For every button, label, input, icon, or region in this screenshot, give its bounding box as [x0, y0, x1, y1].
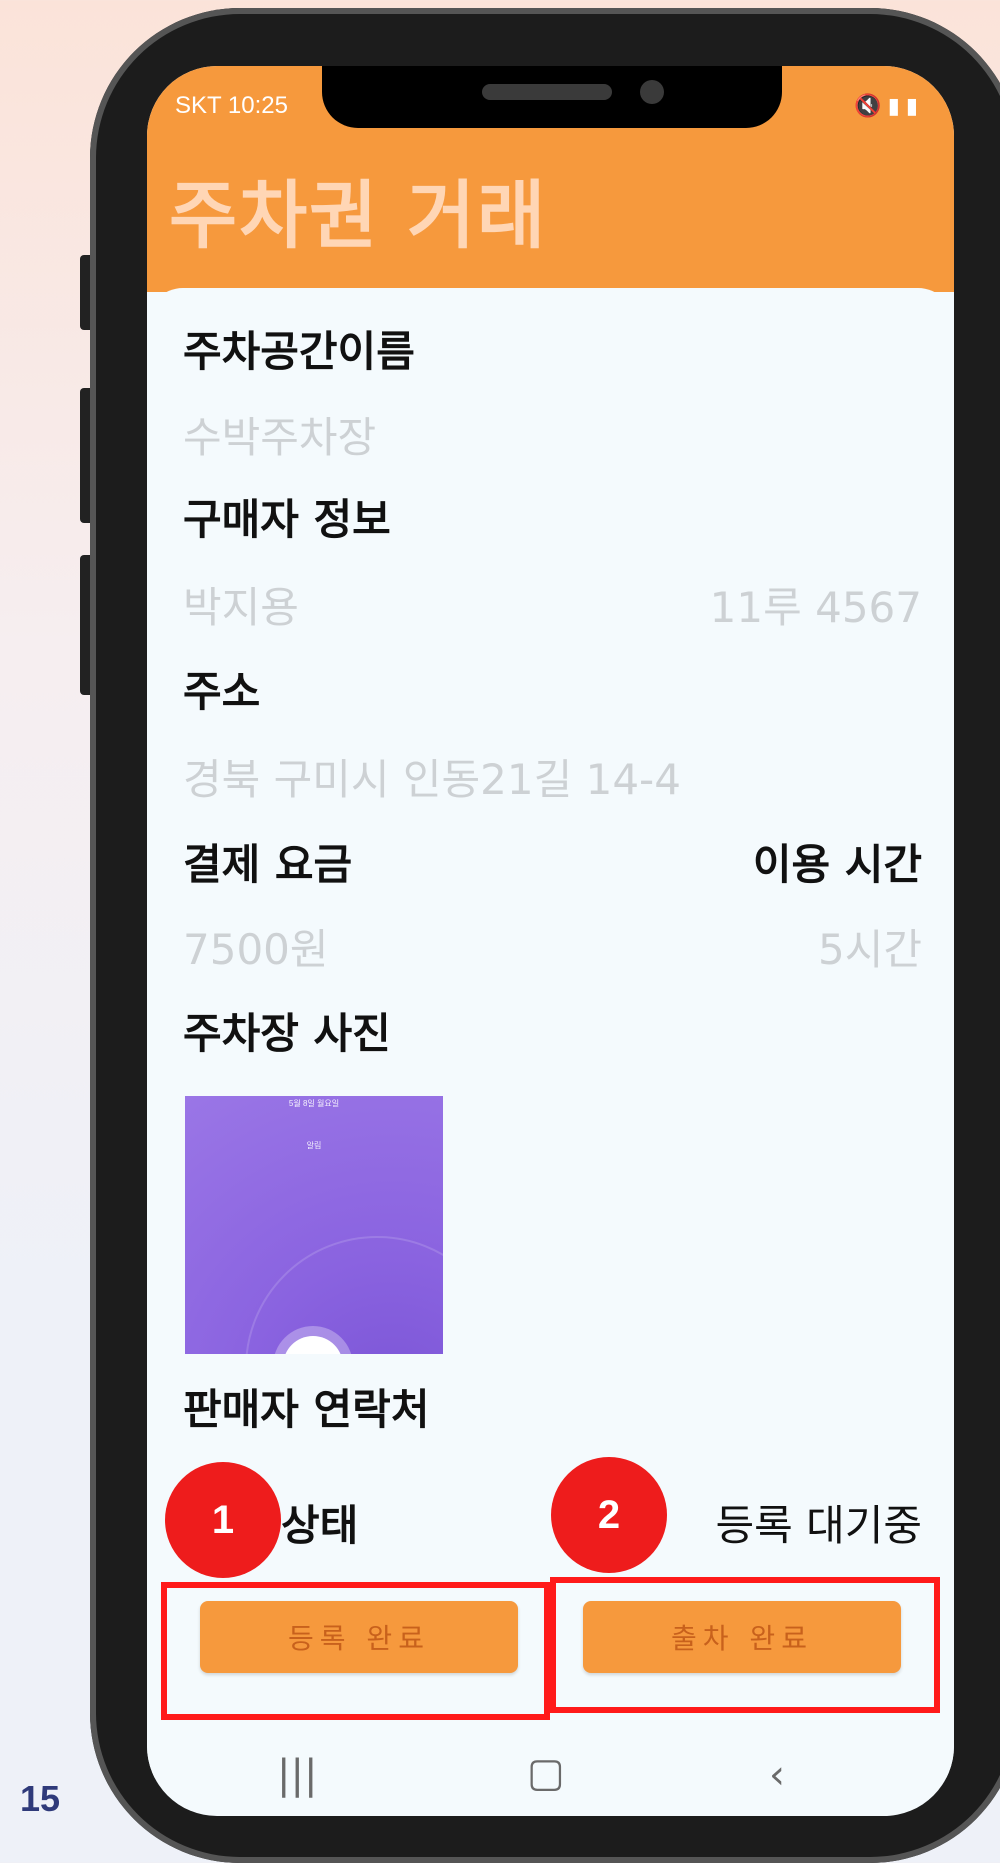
- photo-caption-alert: 알림: [306, 1141, 322, 1150]
- address-label: 주소: [183, 667, 261, 716]
- seller-contact-label: 판매자 연락처: [183, 1385, 430, 1434]
- buyer-info-label: 구매자 정보: [183, 495, 391, 544]
- mute-icon: 🔇: [854, 94, 888, 119]
- status-label: 상태: [281, 1501, 359, 1550]
- parking-photo-label: 주차장 사진: [183, 1009, 391, 1058]
- recent-apps-icon[interactable]: |||: [277, 1752, 317, 1798]
- status-value: 등록 대기중: [715, 1501, 922, 1550]
- signal-icon: ▮: [887, 94, 906, 119]
- photo-arc: [245, 1236, 443, 1354]
- space-name-value: 수박주차장: [183, 413, 377, 462]
- duration-label: 이용 시간: [752, 840, 922, 889]
- fee-value: 7500원: [183, 925, 329, 974]
- battery-icon: ▮: [905, 94, 924, 119]
- duration-value: 5시간: [817, 925, 922, 974]
- android-nav-bar: ||| ▢ ‹: [147, 1750, 954, 1816]
- annotation-badge-2: 2: [551, 1457, 667, 1573]
- back-icon[interactable]: ‹: [769, 1752, 785, 1798]
- status-carrier-time: SKT 10:25: [175, 92, 288, 119]
- buyer-plate: 11루 4567: [709, 583, 922, 632]
- annotation-badge-1: 1: [165, 1462, 281, 1578]
- space-name-label: 주차공간이름: [183, 327, 415, 376]
- front-camera: [640, 80, 664, 104]
- highlight-register-button: [161, 1582, 550, 1720]
- buyer-name: 박지용: [183, 583, 299, 632]
- parking-photo: 5월 8일 월요일 알림: [185, 1096, 443, 1354]
- fee-label: 결제 요금: [183, 840, 353, 889]
- home-icon[interactable]: ▢: [527, 1750, 565, 1796]
- phone-notch: [322, 66, 782, 128]
- photo-caption-date: 5월 8일 월요일: [288, 1099, 340, 1108]
- page-title: 주차권 거래: [169, 173, 548, 259]
- speaker-grille: [482, 84, 612, 100]
- status-icons: 🔇▮▮: [854, 94, 924, 119]
- highlight-exit-button: [550, 1577, 940, 1713]
- address-value: 경북 구미시 인동21길 14-4: [183, 755, 681, 804]
- page-number: 15: [20, 1778, 61, 1819]
